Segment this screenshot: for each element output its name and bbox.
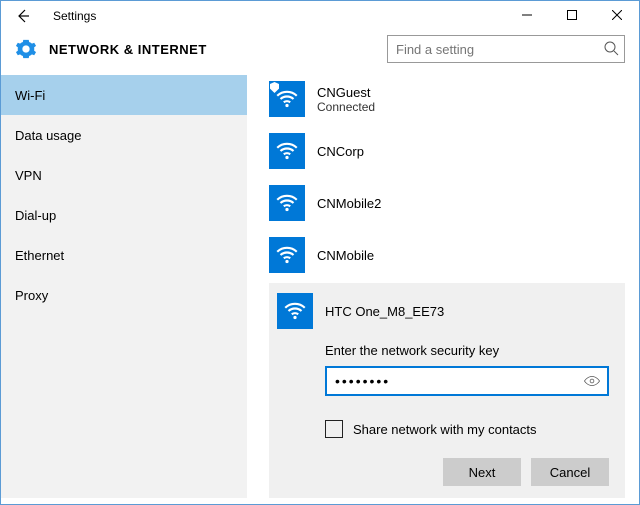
wifi-secure-icon	[269, 81, 305, 117]
network-cnguest[interactable]: CNGuest Connected	[269, 75, 625, 123]
network-selected[interactable]: HTC One_M8_EE73	[277, 291, 609, 335]
sidebar-item-wifi[interactable]: Wi-Fi	[1, 75, 247, 115]
maximize-button[interactable]	[549, 1, 594, 29]
next-button[interactable]: Next	[443, 458, 521, 486]
back-button[interactable]	[9, 2, 37, 30]
sidebar-item-data-usage[interactable]: Data usage	[1, 115, 247, 155]
page-title: NETWORK & INTERNET	[49, 42, 207, 57]
search-icon	[603, 40, 619, 61]
network-cnmobile[interactable]: CNMobile	[269, 231, 625, 279]
sidebar-item-vpn[interactable]: VPN	[1, 155, 247, 195]
window-title: Settings	[37, 9, 96, 23]
network-list: CNGuest Connected CNCorp CNMobile2 CNMob…	[247, 75, 639, 498]
gear-icon	[15, 38, 37, 60]
wifi-icon	[277, 293, 313, 329]
connect-panel: HTC One_M8_EE73 Enter the network securi…	[269, 283, 625, 498]
network-name: CNCorp	[317, 144, 364, 159]
sidebar-item-proxy[interactable]: Proxy	[1, 275, 247, 315]
network-name: CNGuest	[317, 85, 375, 100]
close-button[interactable]	[594, 1, 639, 29]
network-cnmobile2[interactable]: CNMobile2	[269, 179, 625, 227]
network-name: CNMobile2	[317, 196, 381, 211]
sidebar-item-ethernet[interactable]: Ethernet	[1, 235, 247, 275]
share-checkbox[interactable]	[325, 420, 343, 438]
wifi-icon	[269, 237, 305, 273]
network-status: Connected	[317, 100, 375, 114]
network-name: HTC One_M8_EE73	[325, 304, 444, 319]
wifi-icon	[269, 185, 305, 221]
password-prompt: Enter the network security key	[325, 343, 609, 358]
sidebar: Wi-Fi Data usage VPN Dial-up Ethernet Pr…	[1, 75, 247, 498]
password-input[interactable]	[325, 366, 609, 396]
cancel-button[interactable]: Cancel	[531, 458, 609, 486]
network-cncorp[interactable]: CNCorp	[269, 127, 625, 175]
sidebar-item-dialup[interactable]: Dial-up	[1, 195, 247, 235]
reveal-password-icon[interactable]	[583, 372, 601, 395]
share-label: Share network with my contacts	[353, 422, 537, 437]
network-name: CNMobile	[317, 248, 374, 263]
minimize-button[interactable]	[504, 1, 549, 29]
wifi-icon	[269, 133, 305, 169]
search-input[interactable]	[387, 35, 625, 63]
